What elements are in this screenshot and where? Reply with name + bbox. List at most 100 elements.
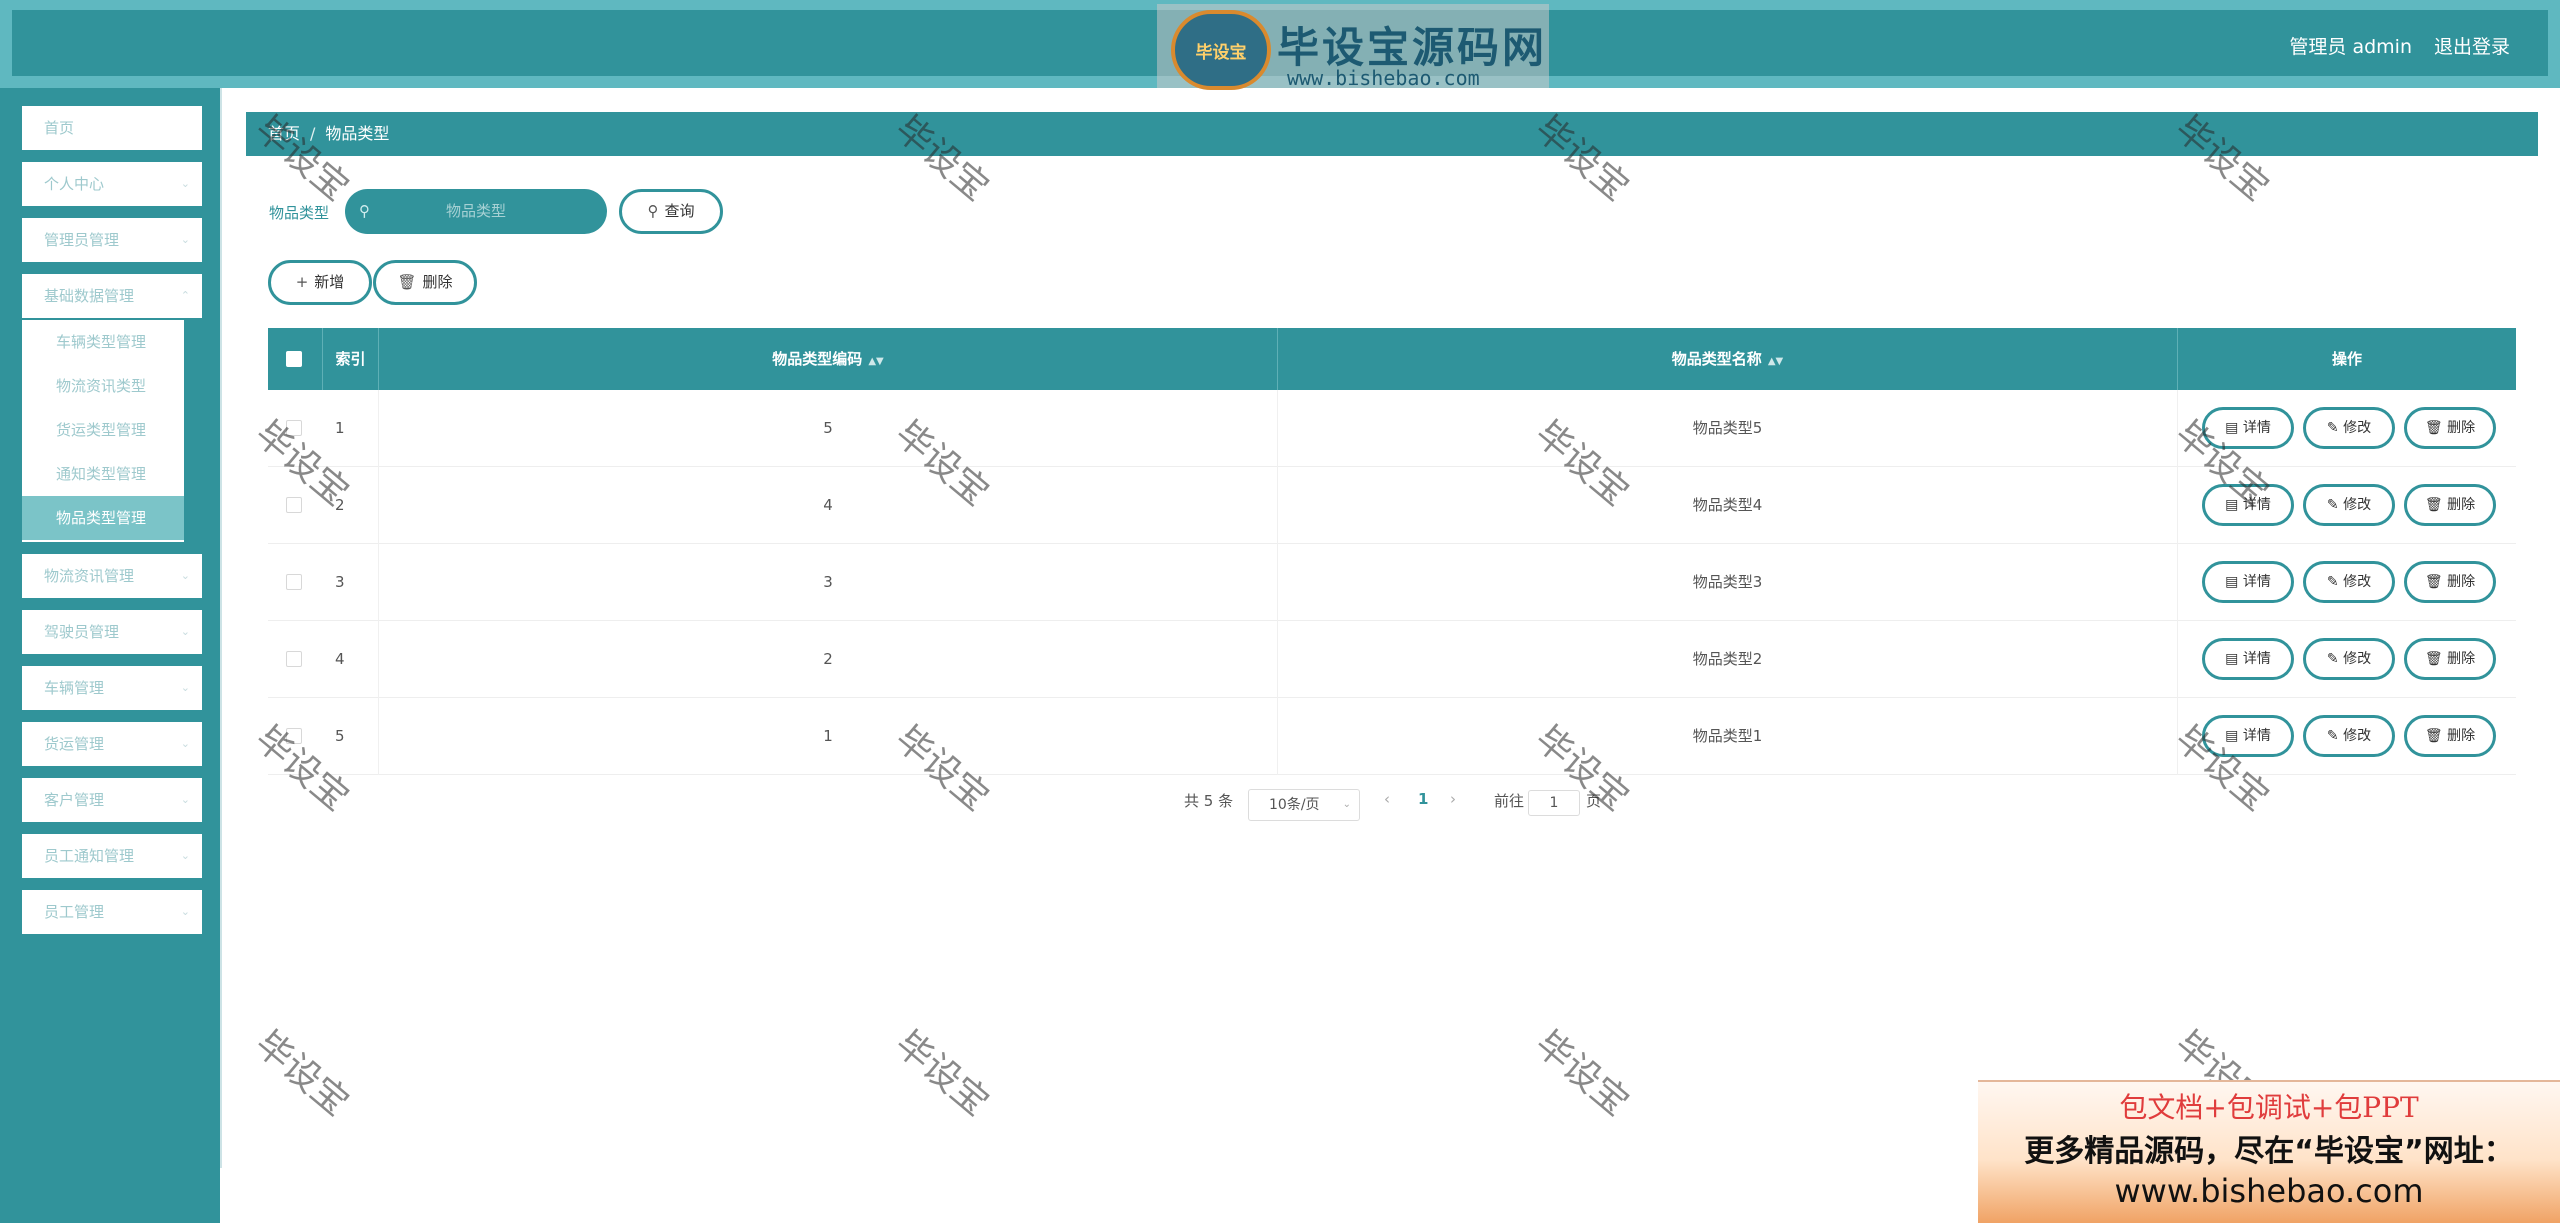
site-logo-watermark: 毕设宝 毕设宝源码网 www.bishebao.com: [1157, 4, 1549, 90]
detail-button-label: 详情: [2242, 728, 2271, 744]
col-name-label: 物品类型名称: [1671, 350, 1762, 368]
sidebar-item-label: 员工通知管理: [44, 847, 135, 865]
sidebar-item-label: 基础数据管理: [44, 287, 135, 305]
sidebar-item-basic-data[interactable]: 基础数据管理 ⌃: [22, 274, 202, 318]
page-size-select[interactable]: 10条/页 ⌄: [1248, 789, 1360, 821]
edit-button[interactable]: ✎ 修改: [2303, 407, 2395, 449]
trash-icon: 🗑: [397, 273, 417, 291]
edit-button[interactable]: ✎ 修改: [2303, 638, 2395, 680]
logout-button[interactable]: 退出登录: [2434, 32, 2510, 59]
sidebar-item-label: 管理员管理: [44, 231, 120, 249]
edit-icon: ✎: [2326, 420, 2344, 436]
row-delete-button-label: 删除: [2447, 574, 2476, 590]
edit-button[interactable]: ✎ 修改: [2303, 715, 2395, 757]
edit-button[interactable]: ✎ 修改: [2303, 484, 2395, 526]
row-checkbox[interactable]: [286, 728, 302, 744]
chevron-down-icon: ⌄: [180, 569, 190, 582]
table-row: 1 5 物品类型5 ▤ 详情 ✎ 修改 🗑 删除: [268, 390, 2516, 467]
logo-badge: 毕设宝: [1171, 10, 1271, 90]
submenu-item-notice-type[interactable]: 通知类型管理: [22, 452, 184, 496]
edit-icon: ✎: [2326, 574, 2344, 590]
cell-name: 物品类型4: [1278, 467, 2178, 544]
chevron-down-icon: ⌄: [180, 905, 190, 918]
ad-line-offer: 包文档+包调试+包PPT: [2119, 1091, 2419, 1124]
document-icon: ▤: [2225, 728, 2243, 744]
page-number-current[interactable]: 1: [1418, 790, 1428, 808]
detail-button[interactable]: ▤ 详情: [2202, 484, 2294, 526]
sidebar-item-freight[interactable]: 货运管理 ⌄: [22, 722, 202, 766]
sidebar-item-staff[interactable]: 员工管理 ⌄: [22, 890, 202, 934]
chevron-down-icon: ⌄: [1342, 799, 1351, 810]
submenu-item-freight-type[interactable]: 货运类型管理: [22, 408, 184, 452]
search-label: 物品类型: [269, 204, 330, 222]
query-button[interactable]: ⚲ 查询: [619, 189, 723, 234]
search-icon: ⚲: [359, 202, 370, 220]
row-delete-button[interactable]: 🗑 删除: [2404, 638, 2496, 680]
detail-button[interactable]: ▤ 详情: [2202, 638, 2294, 680]
sidebar-item-label: 车辆管理: [44, 679, 105, 697]
row-checkbox[interactable]: [286, 420, 302, 436]
row-delete-button-label: 删除: [2447, 728, 2476, 744]
breadcrumb-home[interactable]: 首页: [268, 124, 300, 143]
chevron-down-icon: ⌄: [180, 681, 190, 694]
detail-button[interactable]: ▤ 详情: [2202, 715, 2294, 757]
edit-button-label: 修改: [2343, 574, 2372, 590]
row-delete-button[interactable]: 🗑 删除: [2404, 561, 2496, 603]
goto-page-input[interactable]: 1: [1528, 790, 1580, 816]
row-delete-button[interactable]: 🗑 删除: [2404, 407, 2496, 449]
select-all-checkbox[interactable]: [286, 351, 302, 367]
page-size-value: 10条/页: [1269, 797, 1320, 813]
prev-page-icon[interactable]: ‹: [1384, 790, 1390, 808]
add-button[interactable]: + 新增: [268, 260, 372, 305]
sidebar-item-label: 员工管理: [44, 903, 105, 921]
watermark: 毕设宝: [247, 1023, 357, 1125]
col-name[interactable]: 物品类型名称 ▲▼: [1278, 328, 2178, 390]
search-icon: ⚲: [647, 202, 659, 220]
sidebar-item-vehicles[interactable]: 车辆管理 ⌄: [22, 666, 202, 710]
edit-button[interactable]: ✎ 修改: [2303, 561, 2395, 603]
row-checkbox[interactable]: [286, 574, 302, 590]
sidebar-item-label: 物流资讯管理: [44, 567, 135, 585]
sidebar-item-customers[interactable]: 客户管理 ⌄: [22, 778, 202, 822]
watermark: 毕设宝: [887, 1023, 997, 1125]
submenu-item-news-type[interactable]: 物流资讯类型: [22, 364, 184, 408]
sidebar-item-profile[interactable]: 个人中心 ⌄: [22, 162, 202, 206]
cell-index: 5: [323, 698, 379, 775]
sidebar-item-drivers[interactable]: 驾驶员管理 ⌄: [22, 610, 202, 654]
sidebar-item-admin[interactable]: 管理员管理 ⌄: [22, 218, 202, 262]
ad-line-promo: 更多精品源码，尽在“毕设宝”网址：: [2024, 1134, 2514, 1169]
cell-code: 4: [379, 467, 1278, 544]
sidebar-item-logistics-news[interactable]: 物流资讯管理 ⌄: [22, 554, 202, 598]
submenu-item-goods-type[interactable]: 物品类型管理: [22, 496, 184, 540]
row-delete-button[interactable]: 🗑 删除: [2404, 484, 2496, 526]
detail-button[interactable]: ▤ 详情: [2202, 561, 2294, 603]
trash-icon: 🗑: [2424, 497, 2448, 513]
detail-button[interactable]: ▤ 详情: [2202, 407, 2294, 449]
edit-icon: ✎: [2326, 497, 2344, 513]
sidebar-item-home[interactable]: 首页: [22, 106, 202, 150]
row-checkbox[interactable]: [286, 651, 302, 667]
sidebar-item-label: 客户管理: [44, 791, 105, 809]
sidebar-item-staff-notices[interactable]: 员工通知管理 ⌄: [22, 834, 202, 878]
sort-icon[interactable]: ▲▼: [868, 356, 883, 367]
search-input[interactable]: ⚲ 物品类型: [345, 189, 607, 234]
submenu-basic-data: 车辆类型管理 物流资讯类型 货运类型管理 通知类型管理 物品类型管理: [22, 320, 184, 542]
sort-icon[interactable]: ▲▼: [1768, 356, 1783, 367]
next-page-icon[interactable]: ›: [1450, 790, 1456, 808]
chevron-up-icon: ⌃: [180, 289, 190, 302]
edit-icon: ✎: [2326, 651, 2344, 667]
row-checkbox[interactable]: [286, 497, 302, 513]
submenu-item-vehicle-type[interactable]: 车辆类型管理: [22, 320, 184, 364]
sidebar-item-label: 货运管理: [44, 735, 105, 753]
pagination-total: 共 5 条: [1184, 792, 1234, 810]
table-row: 5 1 物品类型1 ▤ 详情 ✎ 修改 🗑 删除: [268, 698, 2516, 775]
document-icon: ▤: [2225, 574, 2243, 590]
delete-button-label: 删除: [422, 273, 453, 291]
cell-code: 2: [379, 621, 1278, 698]
col-code[interactable]: 物品类型编码 ▲▼: [379, 328, 1278, 390]
row-delete-button[interactable]: 🗑 删除: [2404, 715, 2496, 757]
ad-banner: 包文档+包调试+包PPT 更多精品源码，尽在“毕设宝”网址： www.bishe…: [1978, 1080, 2560, 1223]
cell-name: 物品类型3: [1278, 544, 2178, 621]
delete-button[interactable]: 🗑 删除: [373, 260, 477, 305]
logo-url: www.bishebao.com: [1287, 66, 1480, 90]
